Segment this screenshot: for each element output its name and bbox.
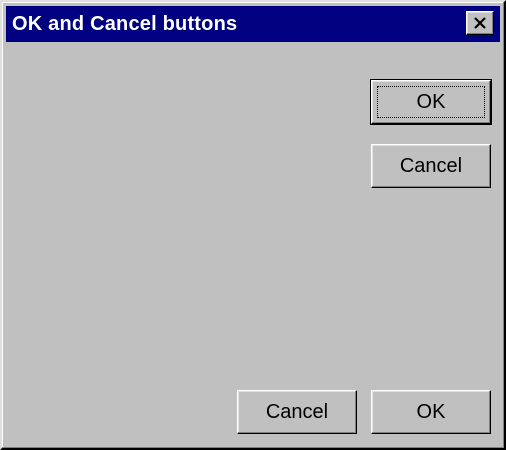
title-bar[interactable]: OK and Cancel buttons — [6, 6, 500, 42]
ok-button-top[interactable]: OK — [370, 79, 492, 125]
dialog-window: OK and Cancel buttons OK Cancel Cancel O… — [0, 0, 506, 450]
cancel-button-top-label: Cancel — [399, 154, 463, 177]
close-icon — [473, 17, 487, 29]
cancel-button-top[interactable]: Cancel — [371, 144, 491, 188]
window-title: OK and Cancel buttons — [12, 12, 238, 35]
ok-button-bottom[interactable]: OK — [371, 390, 491, 434]
cancel-button-bottom[interactable]: Cancel — [237, 390, 357, 434]
ok-button-top-label: OK — [416, 90, 446, 113]
close-button[interactable] — [466, 11, 494, 35]
ok-button-bottom-label: OK — [416, 400, 446, 423]
cancel-button-bottom-label: Cancel — [265, 400, 329, 423]
